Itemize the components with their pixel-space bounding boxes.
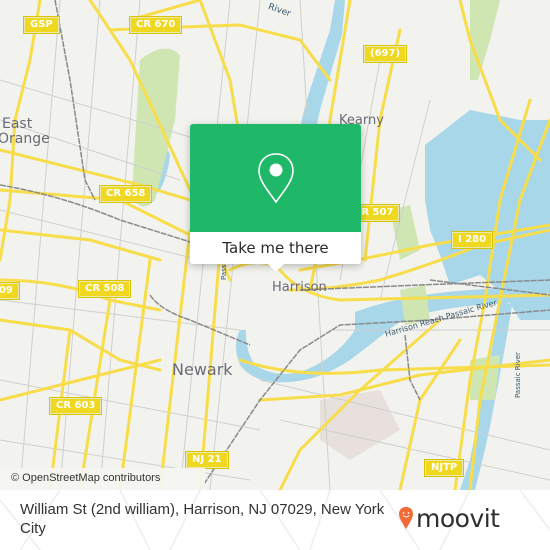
road-shield-cr670: CR 670 xyxy=(128,16,183,34)
map[interactable]: East Orange Kearny Harrison Newark GSP C… xyxy=(0,0,550,490)
road-shield-cr603: CR 603 xyxy=(48,397,103,415)
place-label-harrison: Harrison xyxy=(272,280,327,295)
moovit-logo[interactable]: moovit xyxy=(398,500,500,536)
moovit-wordmark: moovit xyxy=(416,503,500,533)
address-text: William St (2nd william), Harrison, NJ 0… xyxy=(20,501,385,537)
road-shield-509: 509 xyxy=(0,282,20,300)
road-shield-cr508: CR 508 xyxy=(77,280,132,298)
road-shield-cr658: CR 658 xyxy=(98,185,153,203)
popup-header xyxy=(190,124,361,232)
road-shield-i280: I 280 xyxy=(450,231,494,249)
popup-pointer xyxy=(267,263,285,272)
map-attribution[interactable]: © OpenStreetMap contributors xyxy=(0,468,205,490)
road-shield-697: (697) xyxy=(362,45,408,63)
location-popup: Take me there xyxy=(190,124,361,272)
road-shield-gsp: GSP xyxy=(23,16,60,34)
place-label-east: East xyxy=(2,116,33,132)
take-me-there-button[interactable]: Take me there xyxy=(190,232,361,264)
place-label-east-orange: East Orange xyxy=(0,116,50,147)
road-shield-njtp: NJTP xyxy=(423,459,465,477)
footer: William St (2nd william), Harrison, NJ 0… xyxy=(0,490,550,550)
place-label-orange: Orange xyxy=(0,131,50,147)
road-shield-nj21: NJ 21 xyxy=(185,451,229,469)
water-label-passaic-river-east: Passaic River xyxy=(514,352,522,398)
location-pin-icon xyxy=(257,153,294,204)
moovit-pin-smile-icon xyxy=(399,507,413,529)
industrial-areas xyxy=(320,390,400,460)
place-label-newark: Newark xyxy=(172,360,233,379)
